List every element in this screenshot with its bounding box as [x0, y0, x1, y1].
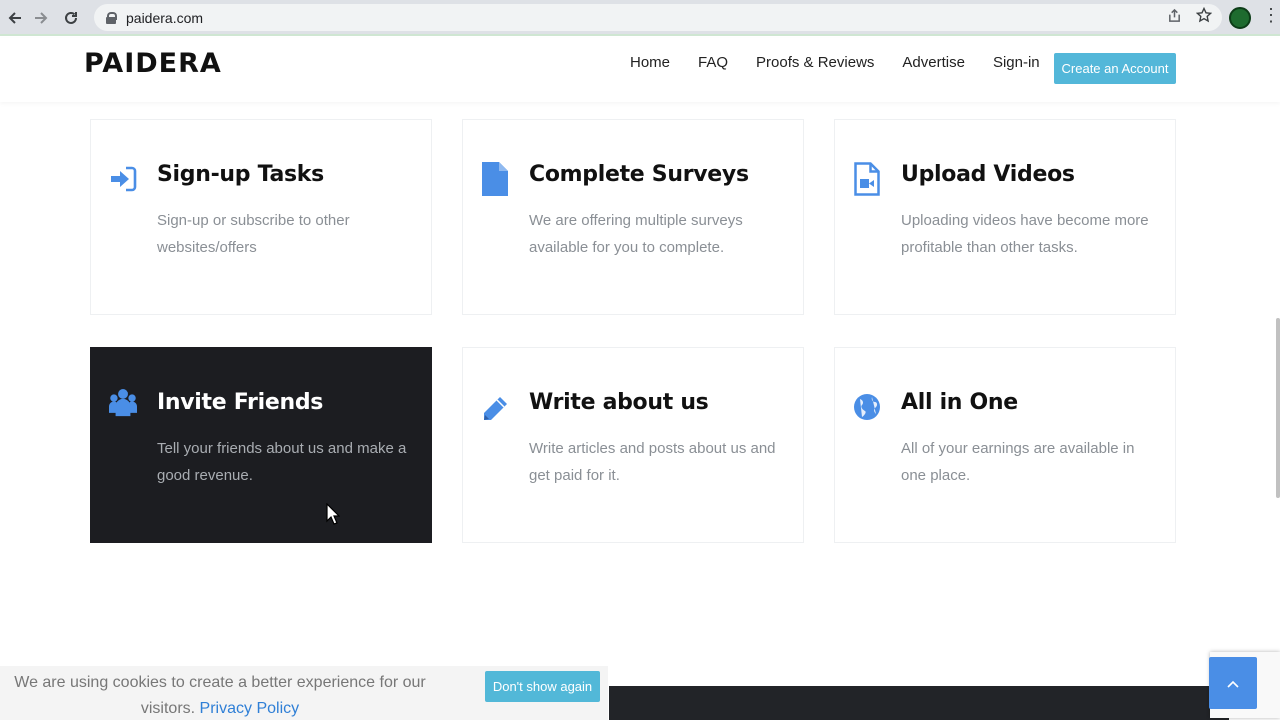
card-title: Invite Friends: [157, 390, 324, 415]
page-scrollbar[interactable]: [1276, 38, 1280, 720]
card-title: All in One: [901, 390, 1018, 415]
sign-in-icon: [109, 164, 137, 194]
dont-show-again-button[interactable]: Don't show again: [485, 671, 600, 702]
privacy-policy-link[interactable]: Privacy Policy: [200, 700, 300, 717]
main-nav: Home FAQ Proofs & Reviews Advertise Sign…: [616, 54, 1054, 71]
card-invite-friends[interactable]: Invite Friends Tell your friends about u…: [90, 347, 432, 543]
address-bar[interactable]: paidera.com: [94, 4, 1222, 31]
cookie-banner: We are using cookies to create a better …: [0, 666, 608, 720]
nav-advertise[interactable]: Advertise: [902, 54, 965, 71]
pencil-icon: [481, 394, 509, 424]
reload-icon[interactable]: [56, 3, 86, 33]
next-section-banner: [609, 686, 1229, 720]
share-icon[interactable]: [1167, 8, 1182, 28]
users-icon: [109, 388, 137, 418]
card-title: Write about us: [529, 390, 709, 415]
card-description: Tell your friends about us and make a go…: [157, 440, 407, 484]
video-file-icon: [853, 162, 881, 196]
browser-toolbar: paidera.com ⋮: [0, 0, 1280, 36]
card-complete-surveys[interactable]: Complete Surveys We are offering multipl…: [462, 119, 804, 315]
card-title: Sign-up Tasks: [157, 162, 324, 187]
card-description: Sign-up or subscribe to other websites/o…: [157, 212, 350, 256]
card-description: We are offering multiple surveys availab…: [529, 212, 743, 256]
card-sign-up-tasks[interactable]: Sign-up Tasks Sign-up or subscribe to ot…: [90, 119, 432, 315]
url-text: paidera.com: [126, 9, 204, 26]
card-upload-videos[interactable]: Upload Videos Uploading videos have beco…: [834, 119, 1176, 315]
menu-kebab-icon[interactable]: ⋮: [1262, 6, 1280, 24]
scrollbar-thumb[interactable]: [1276, 318, 1280, 498]
card-title: Complete Surveys: [529, 162, 749, 187]
site-logo[interactable]: PAIDERA: [84, 48, 222, 79]
lock-icon: [106, 11, 117, 24]
cookie-message: We are using cookies to create a better …: [0, 670, 440, 720]
scroll-to-top-button[interactable]: [1209, 657, 1257, 709]
mouse-cursor-icon: [326, 502, 341, 530]
forward-arrow-icon[interactable]: [26, 3, 56, 33]
nav-sign-in[interactable]: Sign-in: [993, 54, 1040, 71]
globe-icon: [853, 392, 881, 422]
profile-avatar[interactable]: [1229, 7, 1251, 29]
card-description: All of your earnings are available in on…: [901, 440, 1135, 484]
nav-home[interactable]: Home: [630, 54, 670, 71]
card-write-about-us[interactable]: Write about us Write articles and posts …: [462, 347, 804, 543]
card-all-in-one[interactable]: All in One All of your earnings are avai…: [834, 347, 1176, 543]
site-header: PAIDERA Home FAQ Proofs & Reviews Advert…: [0, 38, 1280, 102]
document-icon: [481, 162, 509, 196]
chevron-up-icon: [1227, 675, 1239, 691]
card-description: Write articles and posts about us and ge…: [529, 440, 776, 484]
card-title: Upload Videos: [901, 162, 1075, 187]
create-account-button[interactable]: Create an Account: [1054, 53, 1176, 84]
nav-faq[interactable]: FAQ: [698, 54, 728, 71]
nav-proofs-reviews[interactable]: Proofs & Reviews: [756, 54, 874, 71]
bookmark-star-icon[interactable]: [1195, 6, 1213, 28]
card-description: Uploading videos have become more profit…: [901, 212, 1149, 256]
